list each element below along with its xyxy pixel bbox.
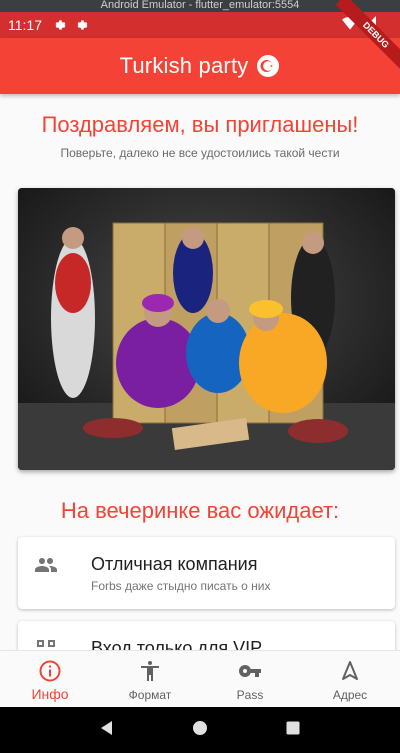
qr-code-icon <box>34 637 58 650</box>
settings-gear-icon <box>74 18 88 32</box>
card-subtitle: Forbs даже стыдно писать о них <box>91 579 271 593</box>
turkey-flag-icon <box>256 54 280 78</box>
recents-icon[interactable] <box>285 720 301 741</box>
app-title: Turkish party <box>119 53 249 78</box>
nav-label: Инфо <box>31 686 69 702</box>
invitation-headline: Поздравляем, вы приглашены! <box>41 112 359 137</box>
nav-item-info[interactable]: Инфо <box>0 651 100 707</box>
people-icon <box>34 553 58 577</box>
nav-item-format[interactable]: Формат <box>100 651 200 707</box>
nav-item-address[interactable]: Адрес <box>300 651 400 707</box>
nav-label: Формат <box>128 688 172 702</box>
party-photo <box>18 188 395 470</box>
back-icon[interactable] <box>99 720 115 741</box>
nav-label: Адрес <box>332 688 368 702</box>
feature-card-company[interactable]: Отличная компания Forbs даже стыдно писа… <box>18 537 395 609</box>
section-title: На вечеринке вас ожидает: <box>60 498 340 523</box>
nav-label: Pass <box>236 688 264 702</box>
key-icon <box>238 659 262 683</box>
main-content[interactable]: Поздравляем, вы приглашены! Поверьте, да… <box>0 94 400 650</box>
system-navigation-bar <box>0 707 400 753</box>
home-icon[interactable] <box>192 720 208 741</box>
status-bar: 11:17 <box>0 12 400 38</box>
navigation-icon <box>338 659 362 683</box>
card-title: Отличная компания <box>91 554 258 574</box>
status-time: 11:17 <box>8 17 42 33</box>
app-bar: Turkish party <box>0 38 400 94</box>
accessibility-icon <box>138 659 162 683</box>
settings-gear-icon <box>52 18 66 32</box>
nav-item-pass[interactable]: Pass <box>200 651 300 707</box>
invitation-subheadline: Поверьте, далеко не все удостоились тако… <box>60 146 340 160</box>
feature-card-vip[interactable]: Вход только для VIP <box>18 621 395 650</box>
card-title: Вход только для VIP <box>91 638 263 650</box>
info-icon <box>38 659 62 683</box>
bottom-navigation: Инфо Формат Pass Адрес <box>0 650 400 707</box>
